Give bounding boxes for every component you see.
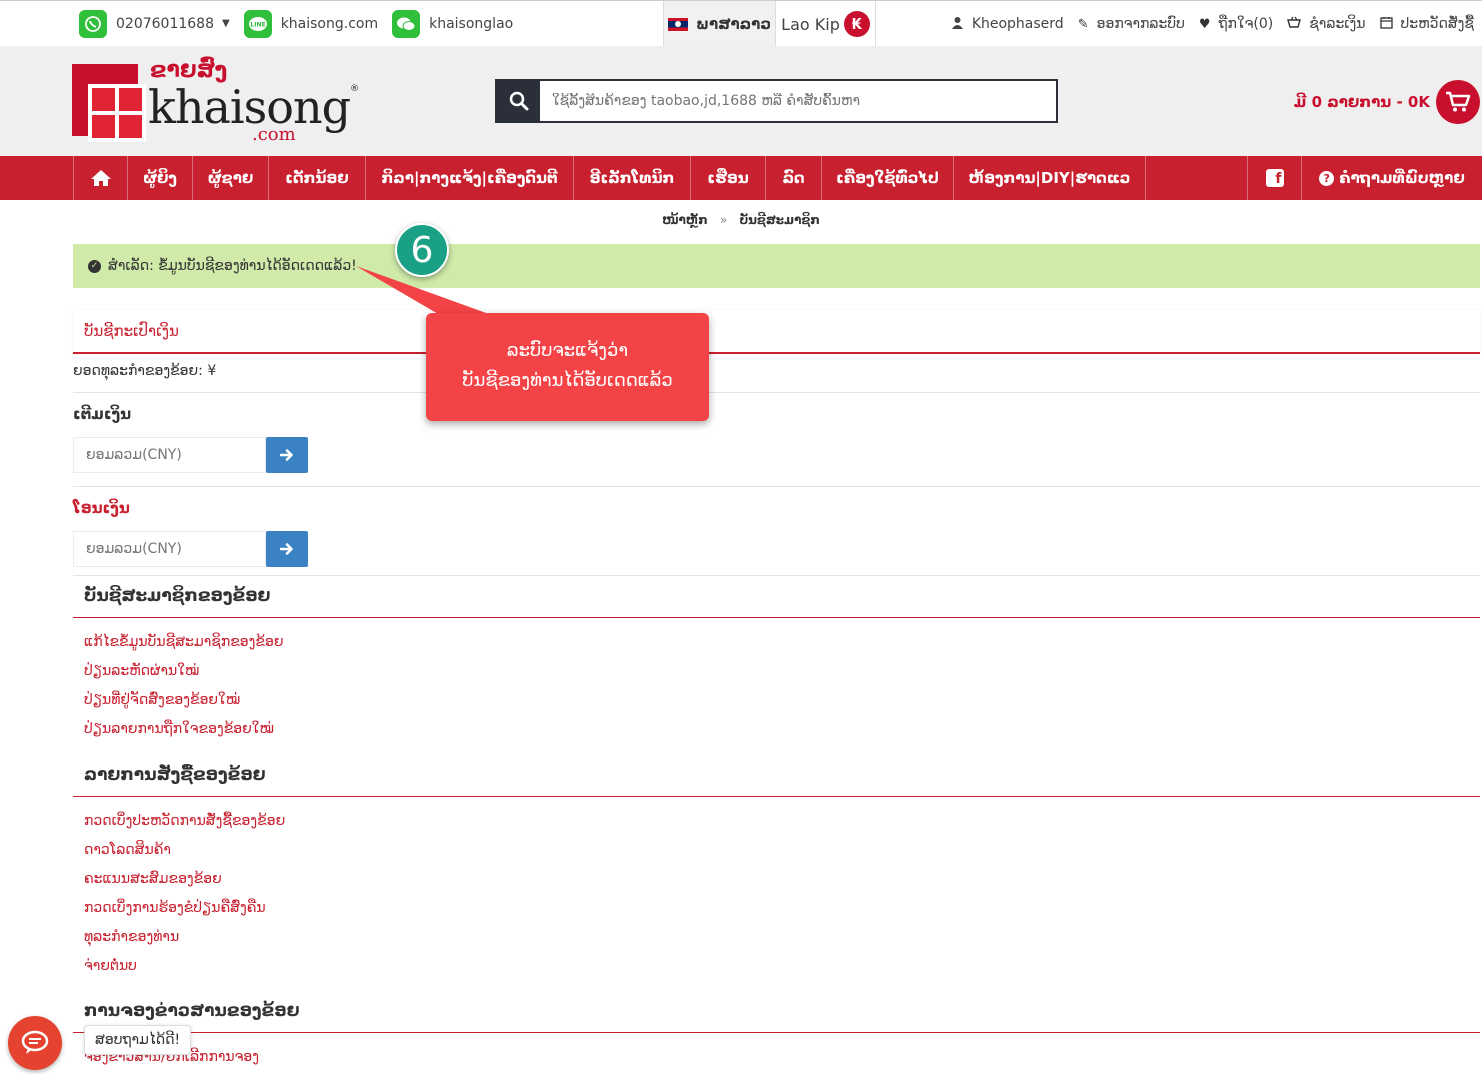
callout-pointer <box>356 266 500 318</box>
annotation-line-1: ລະບົບຈະແຈ້ງວ່າ <box>506 340 629 361</box>
annotation-line-2: ບັນຊີຂອງທ່ານໄດ້ອັບເດດແລ້ວ <box>462 370 673 391</box>
chat-icon <box>21 1030 49 1054</box>
annotation-callout: ລະບົບຈະແຈ້ງວ່າ ບັນຊີຂອງທ່ານໄດ້ອັບເດດແລ້ວ <box>426 313 709 421</box>
chat-tooltip: ສອບຖາມໄດ້ດີ! <box>84 1025 192 1055</box>
step-number-badge: 6 <box>395 223 449 277</box>
live-chat-button[interactable] <box>8 1016 62 1070</box>
